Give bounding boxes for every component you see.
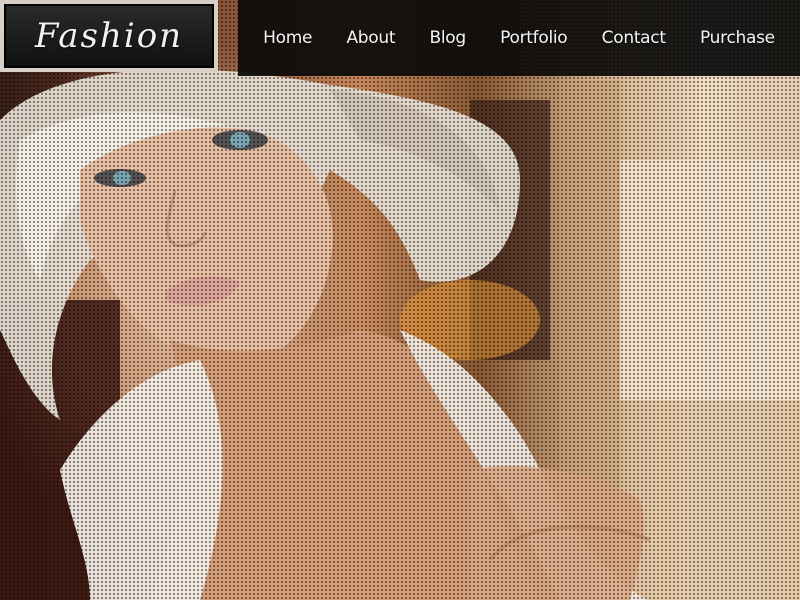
hero-photo-illustration xyxy=(0,69,800,600)
nav-contact[interactable]: Contact xyxy=(598,20,670,56)
nav-home[interactable]: Home xyxy=(259,20,316,56)
main-nav: Home About Blog Portfolio Contact Purcha… xyxy=(238,0,800,76)
hero-image xyxy=(0,0,800,600)
page: Fashion Home About Blog Portfolio Contac… xyxy=(0,0,800,600)
logo-plate: Fashion xyxy=(4,4,214,68)
nav-about[interactable]: About xyxy=(342,20,399,56)
nav-blog[interactable]: Blog xyxy=(425,20,469,56)
logo[interactable]: Fashion xyxy=(0,0,218,72)
nav-portfolio[interactable]: Portfolio xyxy=(496,20,571,56)
logo-text: Fashion xyxy=(34,16,184,56)
site-header: Fashion Home About Blog Portfolio Contac… xyxy=(0,0,800,76)
nav-purchase[interactable]: Purchase xyxy=(696,20,779,56)
